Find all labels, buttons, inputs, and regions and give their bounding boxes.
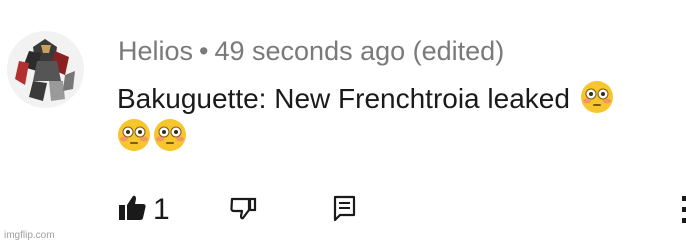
more-vertical-icon[interactable] <box>680 190 686 230</box>
reply-button[interactable] <box>332 190 358 230</box>
timestamp[interactable]: 49 seconds ago (edited) <box>214 36 504 66</box>
dislike-button[interactable] <box>229 190 259 230</box>
like-count: 1 <box>153 193 170 226</box>
avatar-image <box>7 31 84 108</box>
comment-icon <box>332 193 358 228</box>
watermark: imgflip.com <box>4 230 55 241</box>
like-button[interactable]: 1 <box>117 190 170 230</box>
comment-actions: 1 <box>0 190 686 230</box>
author-name[interactable]: Helios <box>118 36 193 66</box>
comment-body: Bakuguette: New Frenchtroia leaked <box>117 80 682 156</box>
comment-text: Bakuguette: New Frenchtroia leaked <box>117 83 570 114</box>
flushed-face-emoji <box>580 80 614 114</box>
separator-dot: • <box>199 36 209 66</box>
comment-header: Helios • 49 seconds ago (edited) <box>118 33 504 69</box>
flushed-face-emoji <box>117 118 151 152</box>
avatar[interactable] <box>7 31 84 108</box>
flushed-face-emoji <box>153 118 187 152</box>
thumbs-down-outline-icon <box>229 193 259 228</box>
thumbs-up-filled-icon <box>117 193 147 228</box>
